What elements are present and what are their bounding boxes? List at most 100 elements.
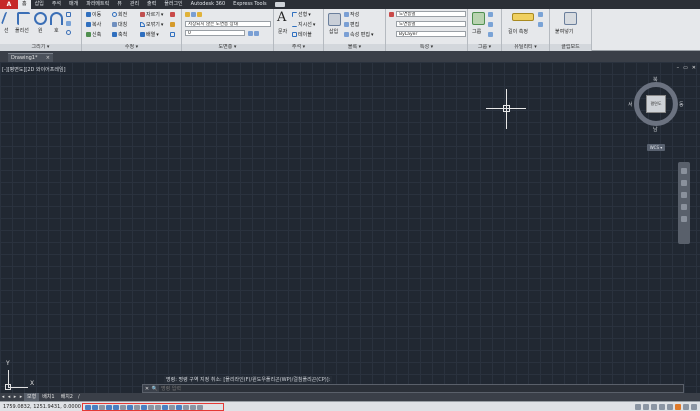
quick-properties-icon[interactable] xyxy=(162,404,168,410)
lineweight-icon[interactable] xyxy=(148,404,154,410)
hatch-button[interactable] xyxy=(66,20,71,27)
layers-panel-title[interactable]: 도면층 ▾ xyxy=(182,44,273,51)
tab-view[interactable]: 뷰 xyxy=(113,0,126,9)
tab-autodesk-360[interactable]: Autodesk 360 xyxy=(187,0,230,9)
tab-layout1[interactable]: 배치1 xyxy=(39,393,57,401)
pan-icon[interactable] xyxy=(681,180,687,186)
ungroup-button[interactable] xyxy=(488,11,493,18)
group-edit-button[interactable] xyxy=(488,21,493,28)
selection-cycling-icon[interactable] xyxy=(169,404,175,410)
trim-button[interactable]: 자르기 ▾ xyxy=(140,11,163,18)
quick-view-icon[interactable] xyxy=(190,404,196,410)
navigation-bar[interactable] xyxy=(678,162,690,244)
edit-block-button[interactable]: 편집 xyxy=(344,21,359,28)
tab-insert[interactable]: 삽입 xyxy=(31,0,48,9)
viewcube-south[interactable]: 남 xyxy=(653,126,658,133)
workspace-gear-icon[interactable] xyxy=(659,404,665,410)
tab-output[interactable]: 출력 xyxy=(143,0,160,9)
rectangle-button[interactable] xyxy=(66,11,71,18)
tab-home[interactable]: 홈 xyxy=(18,0,31,9)
orbit-icon[interactable] xyxy=(681,204,687,210)
ellipse-button[interactable] xyxy=(66,29,71,36)
polyline-icon[interactable] xyxy=(17,12,30,25)
zoom-icon[interactable] xyxy=(681,192,687,198)
isolate-objects-icon[interactable] xyxy=(683,404,689,410)
array-button[interactable]: 배열 ▾ xyxy=(140,31,159,38)
dyn-icon[interactable] xyxy=(141,404,147,410)
transparency-icon[interactable] xyxy=(155,404,161,410)
insert-block-icon[interactable] xyxy=(328,13,341,26)
layer-tools[interactable] xyxy=(248,30,259,37)
text-icon[interactable]: A xyxy=(277,11,290,24)
current-layer-combo[interactable]: 0 xyxy=(185,30,245,36)
ducs-icon[interactable] xyxy=(134,404,140,410)
drawing-canvas[interactable]: [-][평면도][2D 와이어프레임] – ▭ ✕ 평면도 북 남 서 동 WC… xyxy=(0,62,700,393)
calculator-button[interactable] xyxy=(538,11,543,18)
ortho-icon[interactable] xyxy=(99,404,105,410)
mirror-button[interactable]: 대칭 xyxy=(112,21,127,28)
offset-button[interactable] xyxy=(170,31,175,38)
viewcube-east[interactable]: 동 xyxy=(679,101,684,108)
polar-icon[interactable] xyxy=(106,404,112,410)
grid-icon[interactable] xyxy=(92,404,98,410)
search-icon[interactable]: 🔍 xyxy=(151,386,159,392)
group-icon[interactable] xyxy=(472,12,485,25)
properties-panel-title[interactable]: 특성 ▾ xyxy=(386,44,467,51)
command-input[interactable] xyxy=(159,385,683,392)
stretch-button[interactable]: 신축 xyxy=(86,31,101,38)
draw-panel-title[interactable]: 그리기 ▾ xyxy=(0,44,81,51)
viewcube-face[interactable]: 평면도 xyxy=(646,95,666,113)
color-combo[interactable]: 도면층별 xyxy=(396,11,466,17)
annotation-monitor-icon[interactable] xyxy=(176,404,182,410)
3d-osnap-icon[interactable] xyxy=(120,404,126,410)
scale-button[interactable]: 축척 xyxy=(112,31,127,38)
minimize-icon[interactable]: – xyxy=(677,65,680,71)
steeringwheel-icon[interactable] xyxy=(681,168,687,174)
explode-button[interactable] xyxy=(170,21,175,28)
wcs-menu[interactable]: WCS ▾ xyxy=(647,144,665,151)
annotation-panel-title[interactable]: 주석 ▾ xyxy=(274,44,323,51)
tab-parametric[interactable]: 파라메트릭 xyxy=(82,0,113,9)
arc-icon[interactable] xyxy=(50,12,63,25)
block-panel-title[interactable]: 블록 ▾ xyxy=(324,44,385,51)
clipboard-panel-title[interactable]: 클립보드 xyxy=(550,44,591,51)
modify-panel-title[interactable]: 수정 ▾ xyxy=(82,44,181,51)
close-icon[interactable]: ✕ xyxy=(143,386,151,392)
circle-icon[interactable] xyxy=(34,12,47,25)
model-space-icon[interactable] xyxy=(183,404,189,410)
annotation-visibility-icon[interactable] xyxy=(643,404,649,410)
otrack-icon[interactable] xyxy=(127,404,133,410)
copy-button[interactable]: 복사 xyxy=(86,21,101,28)
create-block-button[interactable]: 작성 xyxy=(344,11,359,18)
linetype-combo[interactable]: 도면층별 xyxy=(396,21,466,27)
quick-view-drawings-icon[interactable] xyxy=(197,404,203,410)
add-layout-button[interactable]: / xyxy=(76,394,82,400)
hardware-acceleration-icon[interactable] xyxy=(675,404,681,410)
snap-icon[interactable] xyxy=(85,404,91,410)
tab-manage[interactable]: 관리 xyxy=(126,0,143,9)
autoscale-icon[interactable] xyxy=(651,404,657,410)
showmotion-icon[interactable] xyxy=(681,216,687,222)
tab-layout2[interactable]: 배치2 xyxy=(58,393,76,401)
quick-select-button[interactable] xyxy=(538,21,543,28)
groups-panel-title[interactable]: 그룹 ▾ xyxy=(468,44,501,51)
viewcube-north[interactable]: 북 xyxy=(653,76,658,83)
tab-plugins[interactable]: 플러그인 xyxy=(160,0,186,9)
tab-annotate[interactable]: 주석 xyxy=(48,0,65,9)
layer-state-combo[interactable]: 저장되지 않은 도면층 상태 xyxy=(185,21,271,27)
lock-icon[interactable] xyxy=(667,404,673,410)
annotation-scale-icon[interactable] xyxy=(635,404,641,410)
restore-icon[interactable]: ▭ xyxy=(683,65,688,71)
tab-express-tools[interactable]: Express Tools xyxy=(229,0,270,9)
measure-icon[interactable] xyxy=(512,13,534,21)
viewcube-west[interactable]: 서 xyxy=(628,101,633,108)
tab-layout[interactable]: 매개 xyxy=(65,0,82,9)
match-properties-button[interactable] xyxy=(389,11,394,18)
leader-button[interactable]: 지시선 ▾ xyxy=(292,21,315,28)
lineweight-combo[interactable]: ByLayer xyxy=(396,31,466,37)
viewport-controls[interactable]: [-][평면도][2D 와이어프레임] xyxy=(2,66,66,73)
utilities-panel-title[interactable]: 유틸리티 ▾ xyxy=(502,44,549,51)
ribbon-toggle-icon[interactable] xyxy=(274,2,285,7)
move-button[interactable]: 이동 xyxy=(86,11,101,18)
layer-properties-button[interactable] xyxy=(185,11,202,18)
